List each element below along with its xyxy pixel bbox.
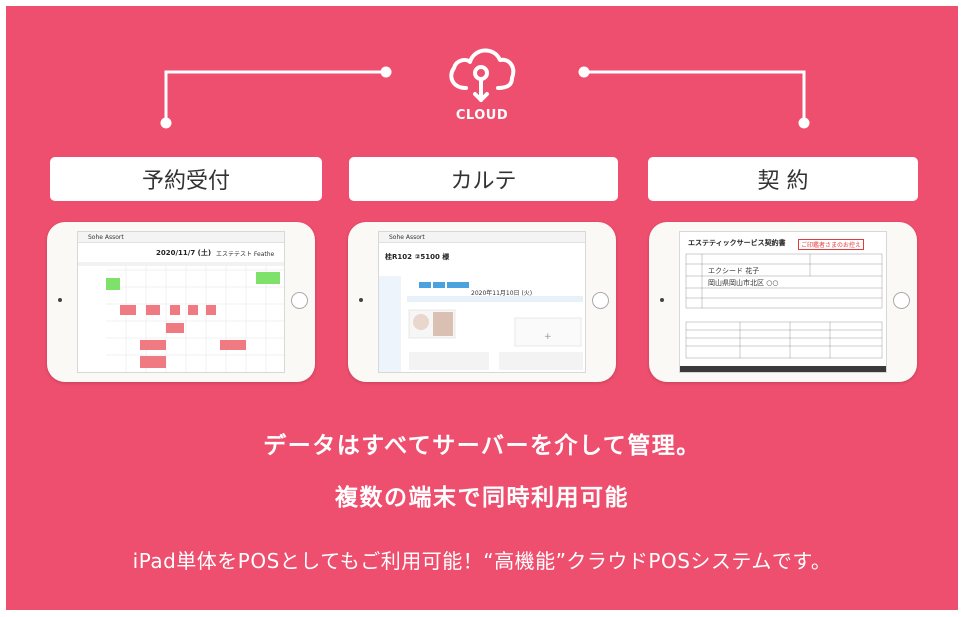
- reservation-grid: [78, 262, 284, 372]
- feature-label-reservation: 予約受付: [50, 157, 322, 201]
- chart-screen: Sohe Assort 桂R102 ②5100 様 2020年11月10日 (火…: [378, 231, 586, 373]
- add-photo-button[interactable]: +: [544, 332, 552, 342]
- tablet-camera: [660, 298, 664, 302]
- reservation-screen: Sohe Assort 2020/11/7 (土) エステテスト Feathe: [77, 231, 285, 373]
- home-button[interactable]: [592, 292, 609, 309]
- home-button[interactable]: [291, 292, 308, 309]
- connector-node-center-left: [380, 66, 392, 78]
- feature-label-chart: カルテ: [349, 157, 618, 201]
- booking-block: [206, 305, 216, 315]
- contract-screen: エステティックサービス契約書 ご印鑑者さまのお控え エクシード 花子 岡山県岡山…: [679, 231, 887, 373]
- feature-label-contract: 契 約: [648, 157, 918, 201]
- headline-line-2: 複数の端末で同時利用可能: [335, 485, 629, 511]
- contract-form: [680, 253, 886, 372]
- home-button[interactable]: [893, 292, 910, 309]
- booking-block: [256, 272, 280, 284]
- contract-customer: エクシード 花子: [708, 267, 760, 275]
- cloud-upload-icon: [449, 48, 516, 102]
- booking-block: [140, 340, 166, 350]
- tablet-camera: [359, 298, 363, 302]
- contract-address: 岡山県岡山市北区 ○○: [708, 279, 779, 287]
- booking-block: [120, 305, 136, 315]
- booking-block: [106, 278, 120, 290]
- connector-node-right: [798, 117, 810, 129]
- subline: iPad単体をPOSとしてもご利用可能！“高機能”クラウドPOSシステムです。: [132, 549, 832, 573]
- cloud-label: CLOUD: [455, 108, 509, 123]
- tablet-reservation: Sohe Assort 2020/11/7 (土) エステテスト Feathe: [47, 222, 315, 382]
- visit-date: 2020年11月10日 (火): [471, 290, 533, 297]
- booking-block: [146, 305, 160, 315]
- booking-block: [140, 356, 166, 368]
- tablet-contract: エステティックサービス契約書 ご印鑑者さまのお控え エクシード 花子 岡山県岡山…: [649, 222, 917, 382]
- booking-block: [170, 305, 180, 315]
- tablet-chart: Sohe Assort 桂R102 ②5100 様 2020年11月10日 (火…: [348, 222, 616, 382]
- connector-node-left: [160, 117, 172, 129]
- booking-block: [188, 305, 198, 315]
- booking-block: [166, 323, 184, 333]
- connector-node-center-right: [578, 66, 590, 78]
- chart-layout: [379, 276, 583, 372]
- headline-line-1: データはすべてサーバーを介して管理。: [263, 433, 701, 459]
- tablet-camera: [58, 298, 62, 302]
- booking-block: [220, 340, 246, 350]
